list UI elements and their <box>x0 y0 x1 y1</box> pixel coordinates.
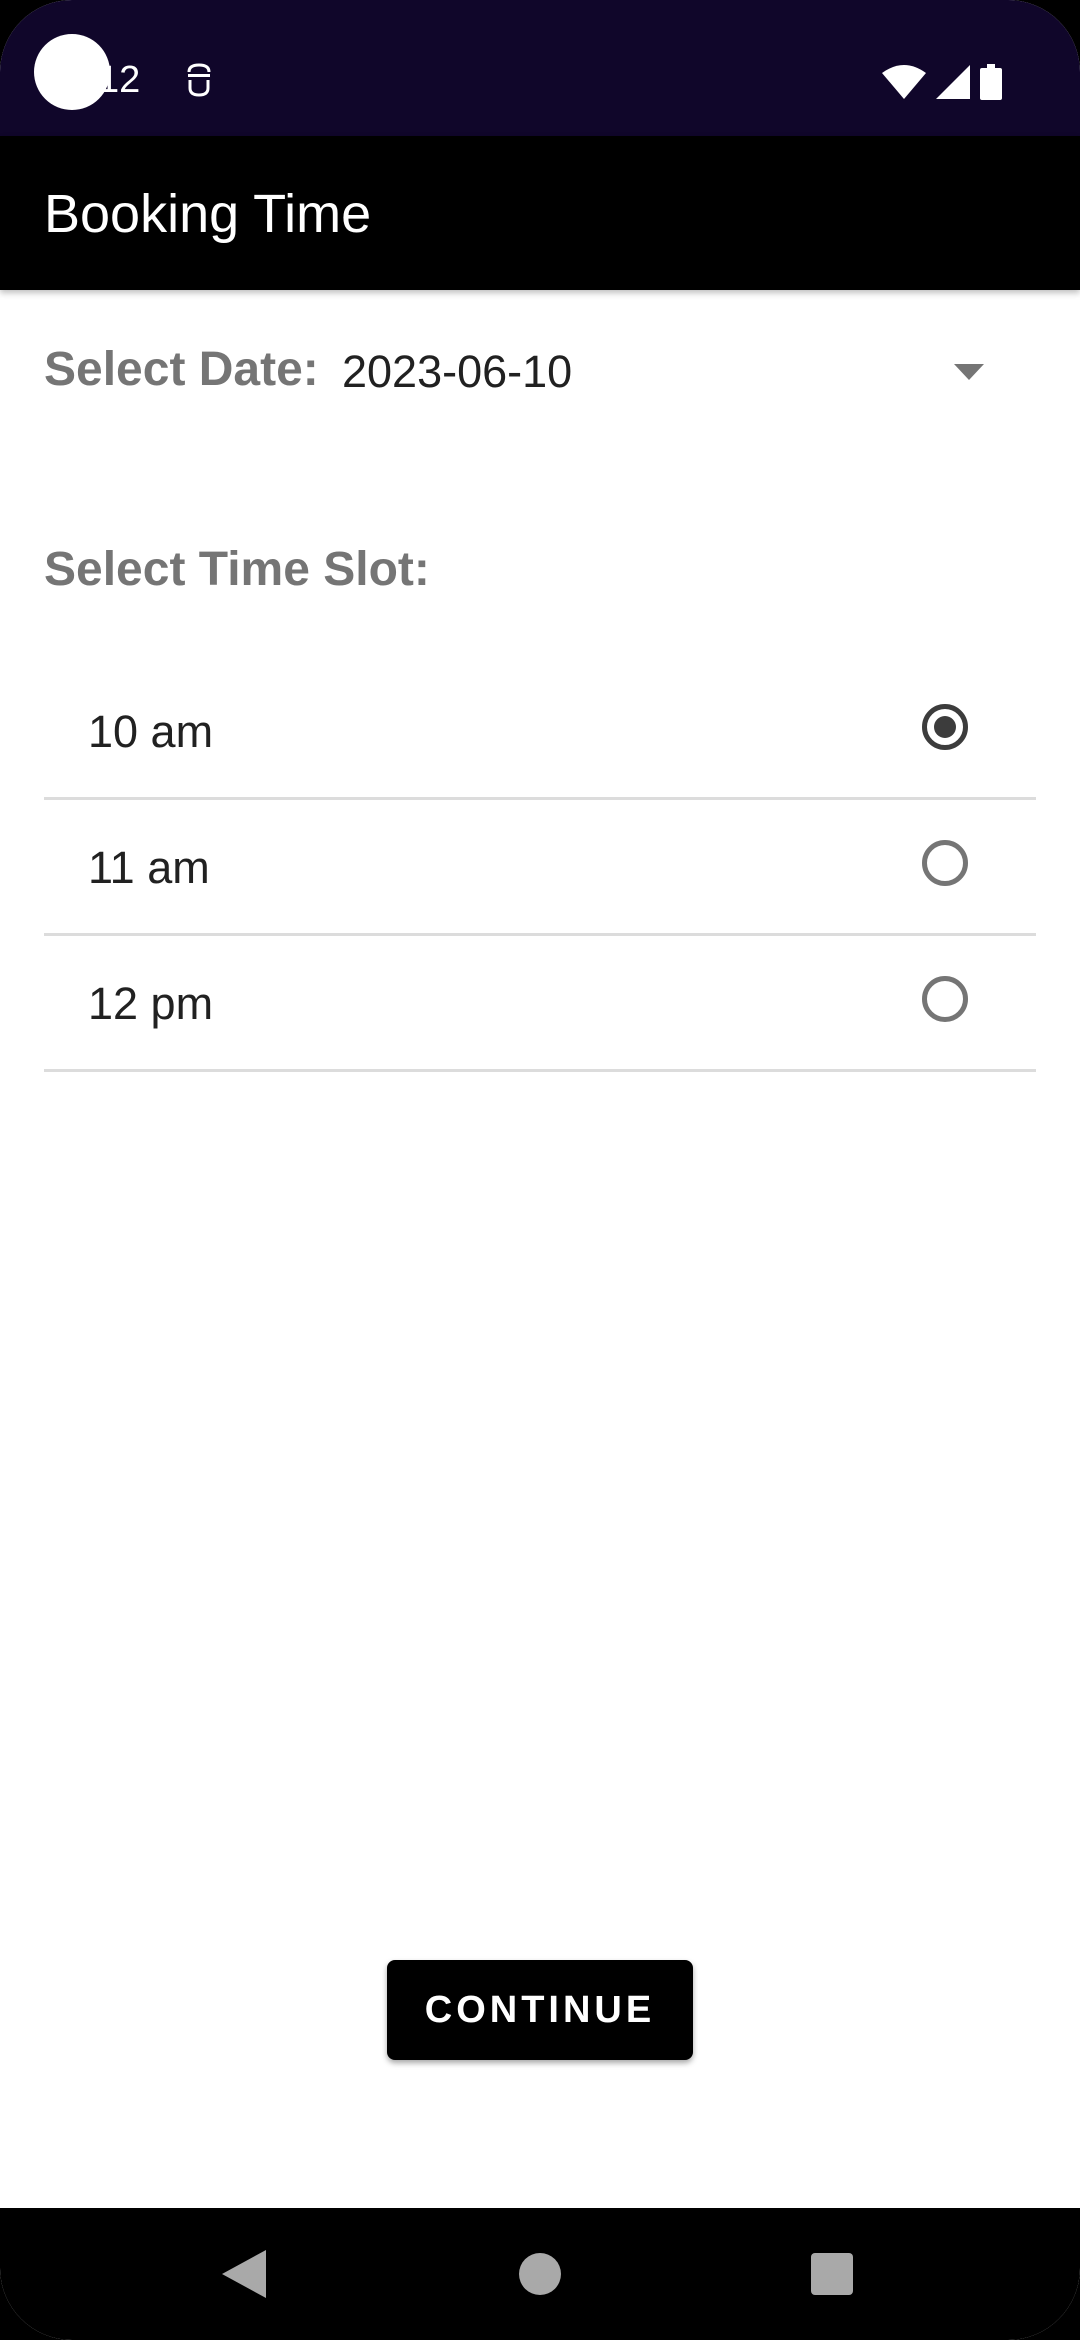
date-value: 2023-06-10 <box>342 346 573 397</box>
time-slot-option[interactable]: 10 am <box>44 664 1036 800</box>
time-slot-option[interactable]: 12 pm <box>44 936 1036 1072</box>
wifi-icon <box>882 65 926 99</box>
recents-icon[interactable] <box>811 2253 853 2295</box>
screen: 12 Booking Time Select Date: 2023-06-10 <box>0 0 1080 2340</box>
battery-icon <box>980 64 1002 100</box>
app-notification-icon <box>187 63 211 97</box>
select-date-label: Select Date: <box>44 343 319 396</box>
time-slot-radio-group: 10 am 11 am 12 pm <box>44 664 1036 1072</box>
dropdown-arrow-icon <box>954 364 984 380</box>
date-dropdown[interactable]: 2023-06-10 <box>320 320 1010 424</box>
app-bar: Booking Time <box>0 136 1080 290</box>
home-icon[interactable] <box>519 2253 561 2295</box>
back-icon[interactable] <box>222 2250 266 2298</box>
time-slot-label: 10 am <box>88 706 214 757</box>
radio-button[interactable] <box>922 840 968 886</box>
navigation-bar <box>0 2208 1080 2340</box>
time-slot-option[interactable]: 11 am <box>44 800 1036 936</box>
radio-button-selected[interactable] <box>922 704 968 750</box>
cell-signal-icon <box>936 65 970 99</box>
continue-button[interactable]: CONTINUE <box>387 1960 693 2060</box>
select-time-slot-label: Select Time Slot: <box>44 543 430 596</box>
radio-dot <box>934 716 956 738</box>
time-slot-label: 12 pm <box>88 978 214 1029</box>
status-bar: 12 <box>0 0 1080 136</box>
camera-cutout <box>34 34 110 110</box>
time-slot-label: 11 am <box>88 842 210 893</box>
radio-button[interactable] <box>922 976 968 1022</box>
page-title: Booking Time <box>44 184 372 244</box>
status-icons <box>882 62 1002 102</box>
